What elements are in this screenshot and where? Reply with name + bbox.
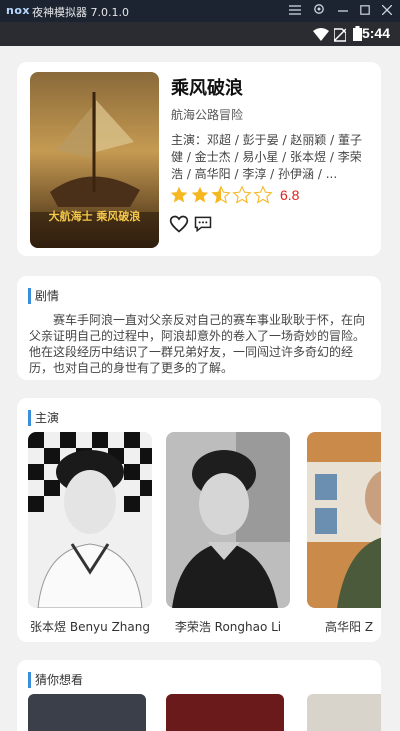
wifi-icon bbox=[313, 27, 329, 46]
emulator-title: 夜神模拟器 7.0.1.0 bbox=[32, 6, 129, 19]
cast-heading: 主演 bbox=[28, 410, 59, 426]
battery-icon bbox=[353, 26, 362, 45]
close-icon[interactable] bbox=[378, 2, 396, 20]
recommend-item[interactable] bbox=[28, 694, 146, 731]
movie-genre: 航海公路冒险 bbox=[171, 108, 244, 122]
actor-item[interactable]: 高华阳 Z bbox=[307, 432, 381, 635]
plot-heading: 剧情 bbox=[28, 288, 59, 304]
recommend-card[interactable]: 猜你想看 bbox=[17, 660, 381, 731]
actor-photo bbox=[166, 432, 290, 608]
movie-cast: 主演：邓超 / 彭于晏 / 赵丽颖 / 董子健 / 金士杰 / 易小星 / 张本… bbox=[171, 133, 363, 181]
poster-title-text: 大航海士 乘风破浪 bbox=[48, 210, 141, 223]
plot-card: 剧情 赛车手阿浪一直对父亲反对自己的赛车事业耿耿于怀，在向父亲证明自己的过程中，… bbox=[17, 276, 381, 380]
actor-photo bbox=[28, 432, 152, 608]
gear-icon[interactable] bbox=[310, 2, 328, 20]
recommend-heading: 猜你想看 bbox=[28, 672, 83, 688]
actor-name: 张本煜 Benyu Zhang bbox=[30, 620, 150, 634]
android-status-bar: 5:44 bbox=[0, 22, 400, 46]
actor-name: 高华阳 Z bbox=[325, 620, 374, 634]
comment-icon[interactable] bbox=[193, 214, 213, 234]
star-full-icon bbox=[191, 186, 209, 203]
emulator-title-bar: nox 夜神模拟器 7.0.1.0 bbox=[0, 0, 400, 22]
movie-poster[interactable]: 大航海士 乘风破浪 bbox=[30, 72, 159, 248]
actor-item[interactable]: 张本煜 Benyu Zhang bbox=[28, 432, 152, 635]
star-empty-icon bbox=[232, 185, 252, 204]
menu-icon[interactable] bbox=[286, 2, 304, 20]
rating-stars: 6.8 bbox=[169, 184, 299, 206]
maximize-icon[interactable] bbox=[356, 2, 374, 20]
rating-score: 6.8 bbox=[280, 187, 300, 203]
star-empty-icon bbox=[253, 185, 273, 204]
minimize-icon[interactable] bbox=[334, 2, 352, 20]
no-sim-icon bbox=[333, 27, 347, 46]
star-half-icon bbox=[211, 185, 231, 204]
heart-icon[interactable] bbox=[169, 214, 189, 234]
actor-name: 李荣浩 Ronghao Li bbox=[174, 620, 282, 634]
actor-photo bbox=[307, 432, 381, 608]
nox-logo: nox bbox=[6, 4, 30, 17]
movie-title: 乘风破浪 bbox=[171, 78, 243, 99]
plot-text: 赛车手阿浪一直对父亲反对自己的赛车事业耿耿于怀，在向父亲证明自己的过程中，阿浪却… bbox=[29, 313, 366, 375]
app-content[interactable]: 大航海士 乘风破浪 乘风破浪 航海公路冒险 主演：邓超 / 彭于晏 / 赵丽颖 … bbox=[0, 46, 400, 731]
movie-info-card: 大航海士 乘风破浪 乘风破浪 航海公路冒险 主演：邓超 / 彭于晏 / 赵丽颖 … bbox=[17, 62, 381, 256]
actor-item[interactable]: 李荣浩 Ronghao Li bbox=[166, 432, 290, 635]
recommend-item[interactable] bbox=[166, 694, 284, 731]
star-full-icon bbox=[170, 186, 188, 203]
recommend-item[interactable] bbox=[307, 694, 381, 731]
cast-card[interactable]: 主演 张本煜 Benyu Zhang 李荣浩 Ronghao Li 高华阳 Z bbox=[17, 398, 381, 642]
status-time: 5:44 bbox=[361, 25, 390, 41]
